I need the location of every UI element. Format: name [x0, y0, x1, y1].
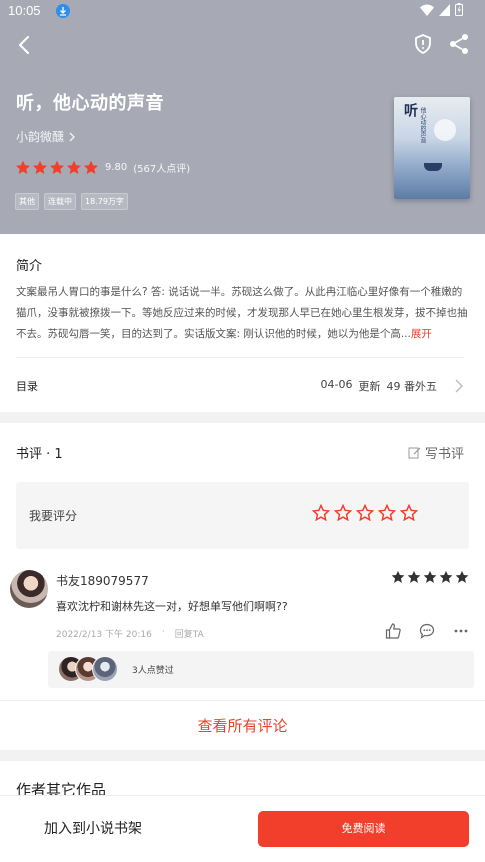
author-link[interactable]: 小韵微醺: [16, 128, 76, 145]
star-filled-icon: [407, 570, 421, 583]
review-date: 2022/2/13 下午 20:16: [56, 630, 152, 640]
review-meta: 2022/2/13 下午 20:16 · 回复TA: [56, 627, 204, 640]
write-review-button[interactable]: 写书评: [408, 443, 464, 462]
my-rating-box: 我要评分: [16, 482, 469, 549]
view-all-reviews-button[interactable]: 查看所有评论: [0, 700, 485, 750]
intro-text: 文案最吊人胃口的事是什么? 答: 说话说一半。苏砚这么做了。从此冉江临心里好像有…: [16, 282, 468, 345]
share-icon: [450, 34, 468, 54]
my-rating-label: 我要评分: [29, 509, 78, 523]
review-username[interactable]: 书友189079577: [56, 572, 149, 589]
cover-title: 听: [402, 103, 418, 117]
meta-separator: ·: [161, 627, 165, 637]
my-rating-stars: [312, 504, 418, 521]
book-cover: 听 他心动的声音: [394, 97, 470, 199]
liker-avatars: [58, 656, 118, 682]
reviews-header: 书评 · 1 写书评: [0, 443, 485, 463]
rating-row: 9.80 (567人点评): [15, 160, 190, 175]
book-tags: 其他 连载中 18.79万字: [15, 193, 128, 210]
author-name: 小韵微醺: [16, 130, 65, 144]
status-bar: 10:05: [0, 0, 485, 22]
bottom-action-bar: 加入到小说书架 免费阅读: [0, 795, 485, 862]
star-filled-icon: [391, 570, 405, 583]
latest-date: 04-06: [320, 378, 353, 391]
star-filled-icon: [423, 570, 437, 583]
review-stars: [391, 570, 469, 584]
rating-count: (567人点评): [133, 164, 191, 175]
tag-status: 连载中: [44, 193, 76, 210]
intro-heading: 简介: [16, 259, 43, 274]
back-button[interactable]: [12, 32, 38, 58]
star-filled-icon: [83, 160, 99, 175]
reply-link[interactable]: 回复TA: [175, 627, 204, 640]
divider: [16, 357, 464, 358]
rating-stars: [15, 160, 99, 175]
report-button[interactable]: [411, 32, 435, 56]
star-outline-icon[interactable]: [400, 504, 418, 521]
free-read-button[interactable]: 免费阅读: [258, 811, 469, 847]
reviews-card: 书评 · 1 写书评 我要评分 书友189079577 喜欢沈柠和谢林先这一对，…: [0, 423, 485, 750]
latest-chapter-name: 49 番外五: [386, 380, 438, 393]
add-to-shelf-button[interactable]: 加入到小说书架: [44, 818, 142, 838]
chevron-right-icon: [455, 378, 463, 397]
shield-icon: [415, 34, 431, 55]
star-outline-icon[interactable]: [356, 504, 374, 521]
tag-category: 其他: [15, 193, 39, 210]
toc-label: 目录: [16, 380, 38, 393]
share-button[interactable]: [447, 32, 471, 56]
write-review-label: 写书评: [424, 447, 464, 462]
review-item: 书友189079577 喜欢沈柠和谢林先这一对，好想单写他们啊啊?? 2022/…: [0, 568, 485, 700]
star-filled-icon: [32, 160, 48, 175]
comment-icon[interactable]: [419, 623, 435, 639]
star-outline-icon[interactable]: [312, 504, 330, 521]
star-filled-icon: [439, 570, 453, 583]
review-actions: [385, 623, 469, 639]
cover-subtitle: 他心动的声音: [419, 107, 426, 143]
likes-bar[interactable]: 3人点赞过: [48, 651, 474, 688]
expand-link[interactable]: 展开: [411, 328, 432, 340]
star-filled-icon: [66, 160, 82, 175]
status-time: 10:05: [8, 3, 41, 18]
status-icons: [420, 3, 463, 16]
star-filled-icon: [49, 160, 65, 175]
nav-bar: [0, 28, 485, 62]
download-icon: [56, 4, 70, 18]
review-text: 喜欢沈柠和谢林先这一对，好想单写他们啊啊??: [56, 600, 288, 613]
star-filled-icon: [15, 160, 31, 175]
cover-boat: [424, 163, 442, 171]
book-title: 听，他心动的声音: [16, 93, 164, 114]
more-icon[interactable]: [453, 623, 469, 639]
star-outline-icon[interactable]: [378, 504, 396, 521]
tag-word-count: 18.79万字: [81, 193, 128, 210]
toc-row[interactable]: 目录 04-06 更新 49 番外五: [0, 372, 485, 400]
wifi-icon: [420, 4, 434, 16]
cover-moon: [434, 119, 456, 141]
star-filled-icon: [455, 570, 469, 583]
thumb-up-icon[interactable]: [385, 623, 401, 639]
latest-prefix: 更新: [358, 380, 381, 393]
intro-card: 简介 文案最吊人胃口的事是什么? 答: 说话说一半。苏砚这么做了。从此冉江临心里…: [0, 234, 485, 412]
liker-avatar: [92, 656, 118, 682]
signal-icon: [439, 3, 450, 16]
book-header: 10:05 听，他心动的声音 小韵微醺 9.80 (567人点评) 其他 连载中…: [0, 0, 485, 234]
reviews-heading: 书评 · 1: [16, 447, 63, 462]
chevron-right-icon: [69, 132, 75, 141]
likes-count-text: 3人点赞过: [132, 666, 174, 676]
rating-score: 9.80: [105, 162, 128, 173]
latest-chapter: 04-06 更新 49 番外五: [321, 378, 437, 394]
star-outline-icon[interactable]: [334, 504, 352, 521]
back-arrow-icon: [18, 35, 30, 55]
avatar[interactable]: [10, 570, 48, 608]
edit-icon: [408, 447, 421, 459]
intro-body: 文案最吊人胃口的事是什么? 答: 说话说一半。苏砚这么做了。从此冉江临心里好像有…: [16, 286, 468, 340]
battery-icon: [455, 3, 463, 16]
